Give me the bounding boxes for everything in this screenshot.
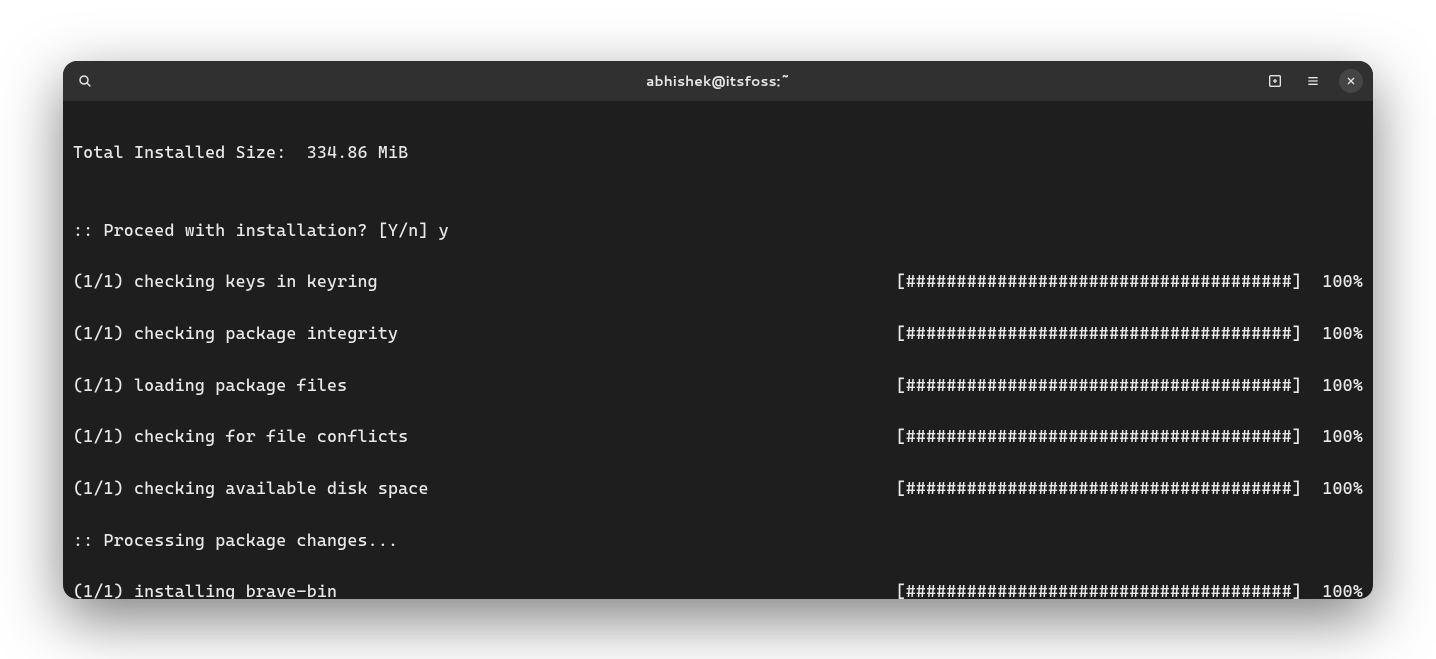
output-line: :: Proceed with installation? [Y/n] y [73,218,1363,244]
progress-bar: [######################################]… [896,476,1363,502]
progress-label: (1/1) checking package integrity [73,321,398,347]
progress-row: (1/1) checking for file conflicts [######… [73,424,1363,450]
progress-row: (1/1) loading package files [############… [73,373,1363,399]
output-line: Total Installed Size: 334.86 MiB [73,140,1363,166]
progress-row: (1/1) installing brave-bin [#############… [73,579,1363,598]
terminal-window: abhishek@itsfoss:~ [63,61,1373,599]
progress-row: (1/1) checking package integrity [#######… [73,321,1363,347]
progress-label: (1/1) checking for file conflicts [73,424,408,450]
titlebar-right [1243,69,1363,93]
window-title: abhishek@itsfoss:~ [193,71,1243,91]
titlebar-left [73,69,193,93]
progress-label: (1/1) checking keys in keyring [73,269,378,295]
progress-bar: [######################################]… [896,373,1363,399]
progress-label: (1/1) loading package files [73,373,347,399]
progress-row: (1/1) checking available disk space [####… [73,476,1363,502]
progress-bar: [######################################]… [896,424,1363,450]
progress-bar: [######################################]… [896,579,1363,598]
progress-row: (1/1) checking keys in keyring [#########… [73,269,1363,295]
progress-bar: [######################################]… [896,269,1363,295]
progress-label: (1/1) checking available disk space [73,476,429,502]
terminal-output[interactable]: Total Installed Size: 334.86 MiB :: Proc… [63,101,1373,599]
output-line: :: Processing package changes... [73,528,1363,554]
new-tab-icon[interactable] [1263,69,1287,93]
progress-label: (1/1) installing brave-bin [73,579,337,598]
menu-icon[interactable] [1301,69,1325,93]
search-icon[interactable] [73,69,97,93]
close-icon[interactable] [1339,69,1363,93]
titlebar: abhishek@itsfoss:~ [63,61,1373,101]
progress-bar: [######################################]… [896,321,1363,347]
